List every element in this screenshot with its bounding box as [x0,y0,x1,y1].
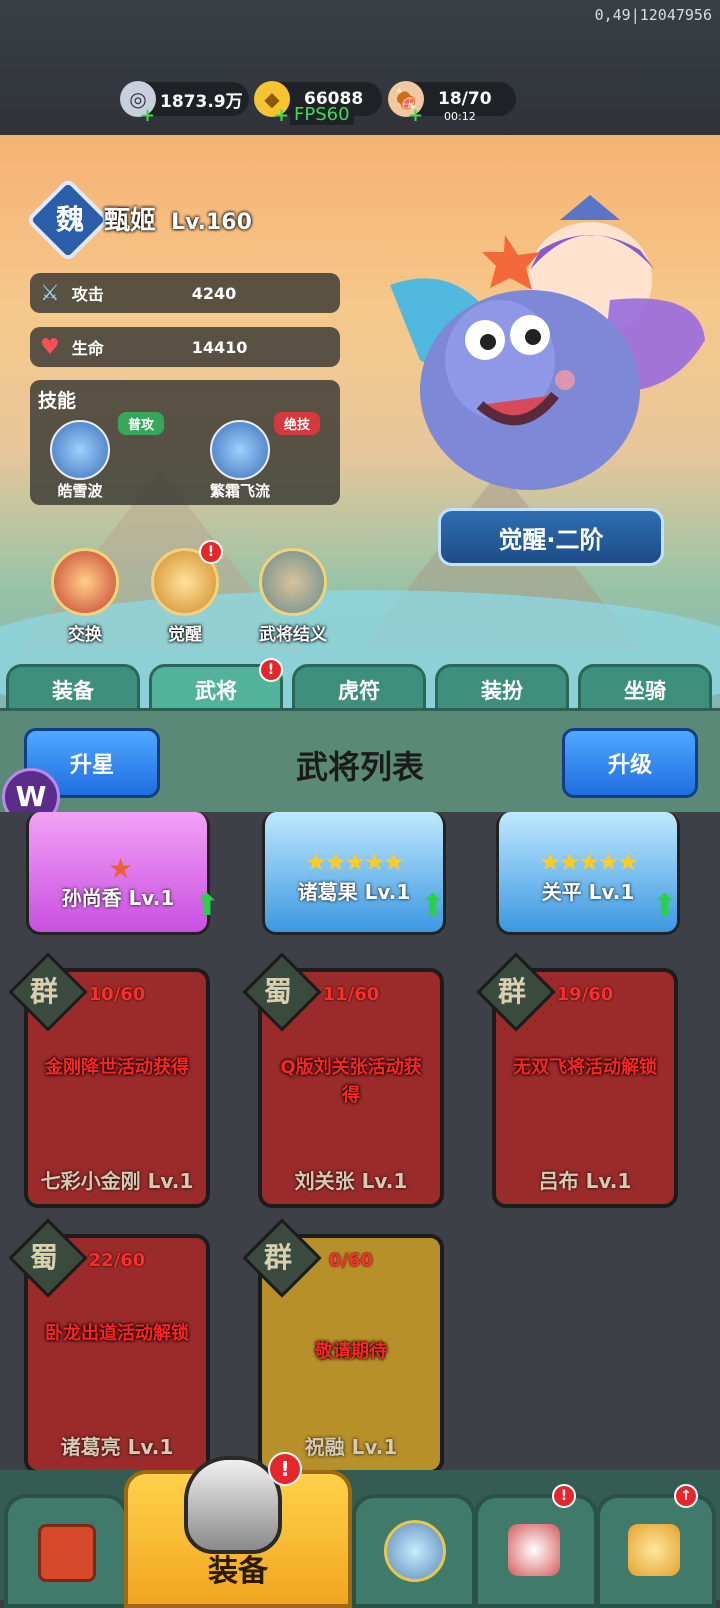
skill-normal[interactable]: 皓雪波 [40,420,120,501]
skills-panel: 技能 皓雪波 普攻 繁霜飞流 绝技 [30,380,340,505]
list-title: 武将列表 [295,748,424,786]
frost-icon [210,420,270,480]
gold-resource[interactable]: ◆ 66088 + FPS60 [254,81,382,126]
general-name: 关平 Lv.1 [541,880,635,904]
shard-progress: 19/60 [556,984,614,1005]
unlock-hint: 敬请期待 [315,1341,387,1362]
fist-upgrade-icon [628,1524,680,1576]
awaken-label: 觉醒 [168,625,202,645]
faction-label: 魏 [55,203,84,236]
level-up-button[interactable]: 升级 [562,728,698,798]
tab-label: 武将 [195,679,237,703]
hp-value: 14410 [191,337,248,357]
sworn-brothers-icon [259,548,327,616]
skill-name: 皓雪波 [57,482,103,500]
hero-level: Lv.160 [171,210,252,235]
unlock-hint: 无双飞将活动解锁 [513,1057,657,1078]
star-rating: ★★★★★ [539,848,639,876]
locked-general-card[interactable]: 蜀 22/60 卧龙出道活动解锁 诸葛亮 Lv.1 [8,1218,210,1474]
tab-label: 虎符 [338,679,380,703]
unlock-hint: 卧龙出道活动解锁 [45,1323,189,1344]
plus-icon[interactable]: + [274,105,289,126]
general-name: 诸葛果 Lv.1 [297,880,411,904]
crown-decor [560,195,620,220]
star-up-label: 升星 [69,753,114,778]
tab-label: 装备 [52,679,94,703]
upgrade-arrow-icon: ⬆ [652,888,678,923]
plus-icon[interactable]: + [140,105,155,126]
shard-progress: 10/60 [88,984,146,1005]
nav-battle[interactable] [352,1494,476,1608]
attack-label: 攻击 [71,285,104,304]
nav-equipment[interactable]: 装备 [124,1456,352,1608]
alert-badge: ! [268,1452,302,1486]
attack-row: ⚔ 攻击 4240 [30,273,340,313]
skill-tag-ultimate: 绝技 [274,412,321,435]
stamina-value: 18/70 [438,89,492,109]
stamina-timer: 00:12 [444,110,476,123]
general-name: 诸葛亮 Lv.1 [60,1435,174,1459]
locked-general-card[interactable]: 群 10/60 金刚降世活动获得 七彩小金刚 Lv.1 [8,952,210,1208]
unlock-hint: 金刚降世活动获得 [45,1057,189,1078]
general-name: 孙尚香 Lv.1 [61,886,175,910]
shard-progress: 11/60 [322,984,380,1005]
exchange-label: 交换 [68,625,102,645]
alert-badge: ! [259,658,283,682]
exchange-icon [51,548,119,616]
alert-badge: ! [552,1484,576,1508]
fps-counter: FPS60 [290,104,354,125]
sworn-brothers-label: 武将结义 [259,625,327,645]
nav-generals[interactable] [474,1494,598,1608]
silver-resource[interactable]: ◎ 1873.9万 + [120,81,249,126]
city-gate-icon [38,1524,96,1582]
nav-upgrade[interactable] [596,1494,716,1608]
star-icon: ★ [108,852,134,885]
shard-progress: 0/60 [328,1250,374,1271]
heart-icon: ♥ [40,334,60,360]
general-portrait [265,812,443,848]
hp-row: ♥ 生命 14410 [30,327,340,367]
upgrade-arrow-icon: ⬆ [194,888,220,923]
skill-tag-normal: 普攻 [118,412,165,435]
plus-icon[interactable]: + [408,105,423,126]
shield-swords-icon [384,1520,446,1582]
ice-wave-icon [50,420,110,480]
sword-icon: ⚔ [40,280,60,306]
sworn-brothers-button[interactable]: 武将结义 [243,548,343,645]
star-rating: ★★★★★ [305,848,405,876]
hero-name: 甄姬 [104,206,157,236]
locked-general-card[interactable]: 群 19/60 无双飞将活动解锁 吕布 Lv.1 [476,952,678,1208]
upgrade-arrow-icon: ⬆ [420,888,446,923]
general-portrait [499,812,677,848]
stamina-resource[interactable]: 🍖 18/70 + 00:12 [388,81,516,126]
exchange-button[interactable]: 交换 [40,548,130,645]
skills-label: 技能 [38,390,77,412]
locked-general-card[interactable]: 群 0/60 敬请期待 祝融 Lv.1 [242,1218,444,1474]
upgrade-badge-icon: ↑ [674,1484,698,1508]
scroll-banner-icon [508,1524,560,1576]
hp-label: 生命 [71,339,104,358]
hero-title: 甄姬 Lv.160 [104,200,252,237]
nav-city[interactable] [4,1494,128,1608]
locked-general-card[interactable]: 蜀 11/60 Q版刘关张活动获得 刘关张 Lv.1 [242,952,444,1208]
general-name: 七彩小金刚 Lv.1 [40,1169,194,1193]
alert-badge: ! [199,540,223,564]
awaken-stage-label: 觉醒·二阶 [498,525,604,554]
tab-label: 装扮 [481,679,523,703]
general-name: 刘关张 Lv.1 [294,1169,408,1193]
level-up-label: 升级 [607,753,652,778]
debug-readout: 0,49|12047956 [594,6,712,24]
silver-value: 1873.9万 [160,91,243,112]
skill-name: 繁霜飞流 [209,482,270,500]
general-card[interactable]: ★★★★★ 诸葛果 Lv.1 [262,812,446,935]
general-name: 吕布 Lv.1 [538,1169,632,1193]
nav-equipment-label: 装备 [208,1554,268,1589]
shard-progress: 22/60 [88,1250,146,1271]
tab-label: 坐骑 [624,679,666,703]
hero-portrait[interactable] [380,190,710,520]
attack-value: 4240 [191,283,237,303]
unlock-hint: Q版刘关张活动获得 [280,1057,422,1106]
awaken-stage-button[interactable]: 觉醒·二阶 [438,508,664,566]
